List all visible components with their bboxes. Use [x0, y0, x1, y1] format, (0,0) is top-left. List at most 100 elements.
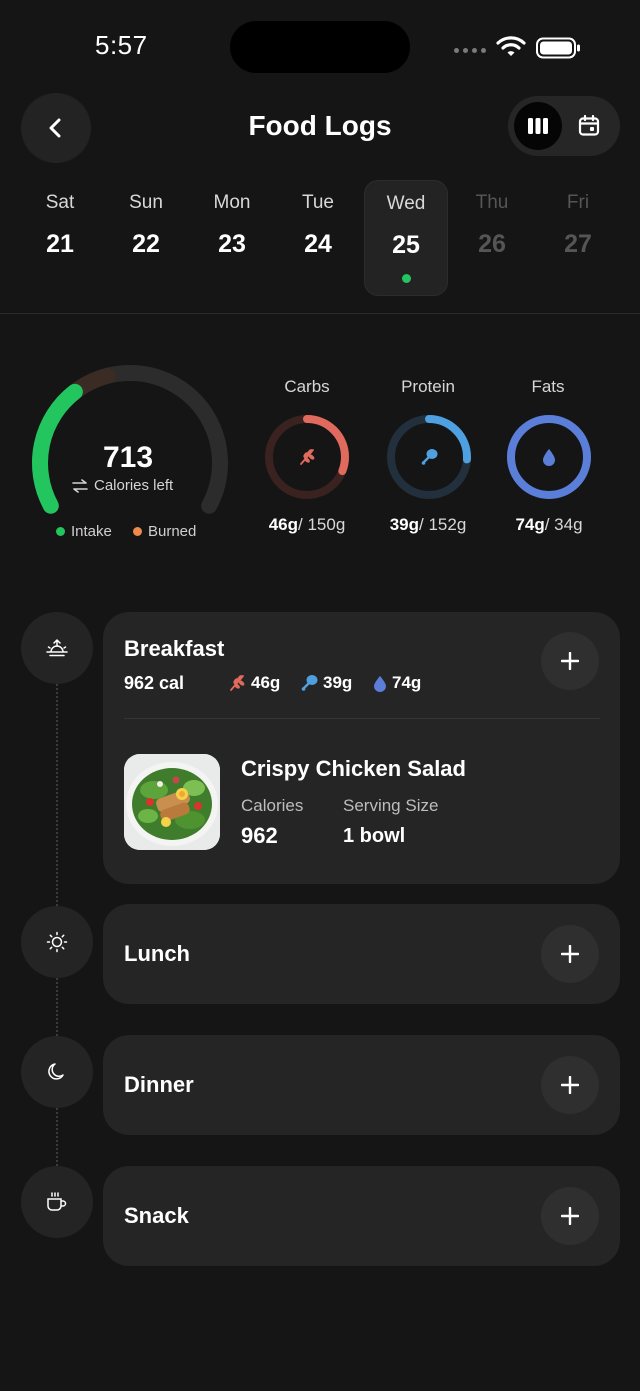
day-name: Sun [129, 192, 163, 213]
plus-icon [561, 1207, 579, 1225]
moon-icon [48, 1063, 64, 1080]
protein-consumed: 39g [389, 515, 420, 534]
timeline-connector [56, 1108, 58, 1166]
carbs-consumed: 46g [268, 515, 299, 534]
plus-icon [561, 1076, 579, 1094]
day-wed[interactable]: Wed 25 [364, 180, 448, 296]
add-snack-button[interactable] [541, 1187, 599, 1245]
add-dinner-button[interactable] [541, 1056, 599, 1114]
breakfast-carbs: 46g [228, 673, 280, 693]
day-tue[interactable]: Tue 24 [276, 180, 360, 296]
fats-consumed: 74g [515, 515, 545, 534]
plus-icon [561, 652, 579, 670]
food-serving-label: Serving Size [343, 796, 439, 815]
food-image-salad[interactable] [124, 754, 220, 850]
status-time: 5:57 [95, 30, 148, 60]
dynamic-island [230, 21, 410, 73]
add-lunch-button[interactable] [541, 925, 599, 983]
dinner-timeline-icon [21, 1036, 93, 1108]
day-name: Fri [566, 192, 590, 213]
battery-icon [536, 37, 580, 59]
calories-left-value: 713 [102, 441, 154, 474]
day-fri[interactable]: Fri 27 [536, 180, 620, 296]
plus-icon [561, 945, 579, 963]
day-sat[interactable]: Sat 21 [18, 180, 102, 296]
day-name: Tue [301, 192, 335, 213]
wheat-icon [300, 449, 315, 465]
breakfast-calories: 962 cal [124, 673, 185, 693]
day-name: Wed [386, 193, 426, 214]
breakfast-fats: 74g [373, 673, 421, 693]
day-name: Sat [45, 192, 75, 213]
breakfast-fats-value: 74g [392, 673, 422, 692]
snack-title: Snack [124, 1203, 189, 1228]
drop-icon [374, 676, 386, 692]
day-mon[interactable]: Mon 23 [190, 180, 274, 296]
dinner-title: Dinner [124, 1072, 194, 1097]
breakfast-timeline-icon [21, 612, 93, 684]
food-calories-label: Calories [241, 796, 304, 815]
macro-name-fats: Fats [531, 377, 565, 396]
timeline-connector [56, 684, 58, 906]
drumstick-icon [301, 675, 318, 691]
timeline-connector [56, 978, 58, 1036]
cellular-signal-icon [454, 48, 486, 53]
day-number: 25 [392, 231, 420, 259]
day-number: 23 [218, 230, 246, 258]
breakfast-protein-value: 39g [323, 673, 353, 692]
day-number: 24 [304, 230, 332, 258]
header-divider [0, 313, 640, 314]
snack-timeline-icon [21, 1166, 93, 1238]
sunrise-icon [46, 639, 68, 657]
food-serving-value: 1 bowl [343, 825, 406, 847]
legend-burned-label: Burned [148, 523, 197, 540]
calendar-icon [578, 115, 600, 136]
calories-left-text: Calories left [94, 477, 174, 494]
add-breakfast-button[interactable] [541, 632, 599, 690]
day-number: 27 [564, 230, 592, 258]
day-number: 26 [478, 230, 506, 258]
fats-value: 74g/ 34g [489, 515, 609, 535]
wifi-icon [496, 36, 526, 56]
calories-left-label: Calories left [72, 477, 173, 494]
breakfast-protein: 39g [301, 673, 352, 693]
wheat-icon [230, 675, 245, 691]
card-divider [124, 718, 600, 719]
macro-name-carbs: Carbs [284, 377, 330, 396]
coffee-cup-icon [47, 1192, 67, 1211]
fats-ring [507, 415, 591, 499]
legend-burned: Burned [133, 523, 196, 540]
macro-name-protein: Protein [401, 377, 455, 396]
protein-goal: / 152g [419, 515, 467, 534]
legend-intake: Intake [56, 523, 112, 540]
breakfast-title: Breakfast [124, 636, 225, 661]
calendar-view-button[interactable] [565, 102, 613, 150]
burned-dot [133, 527, 142, 536]
intake-dot [56, 527, 65, 536]
lunch-timeline-icon [21, 906, 93, 978]
carbs-goal: / 150g [298, 515, 346, 534]
food-name[interactable]: Crispy Chicken Salad [241, 756, 466, 782]
fats-goal: / 34g [544, 515, 583, 534]
drumstick-icon [421, 449, 438, 465]
carbs-ring [265, 415, 349, 499]
day-thu[interactable]: Thu 26 [450, 180, 534, 296]
carbs-value: 46g/ 150g [247, 515, 367, 535]
week-view-button[interactable] [514, 102, 562, 150]
food-calories-value: 962 [241, 823, 278, 848]
protein-value: 39g/ 152g [368, 515, 488, 535]
breakfast-carbs-value: 46g [251, 673, 281, 692]
day-name: Thu [475, 192, 509, 213]
day-sun[interactable]: Sun 22 [104, 180, 188, 296]
sun-icon [46, 931, 68, 953]
lunch-title: Lunch [124, 941, 190, 966]
salad-bowl-image [124, 754, 220, 850]
legend-intake-label: Intake [71, 523, 112, 540]
protein-ring [387, 415, 471, 499]
swap-icon [72, 478, 88, 493]
logged-indicator-dot [401, 274, 411, 283]
day-name: Mon [213, 192, 251, 213]
day-number: 21 [46, 230, 74, 258]
drop-icon [543, 449, 555, 466]
columns-icon [528, 118, 548, 134]
